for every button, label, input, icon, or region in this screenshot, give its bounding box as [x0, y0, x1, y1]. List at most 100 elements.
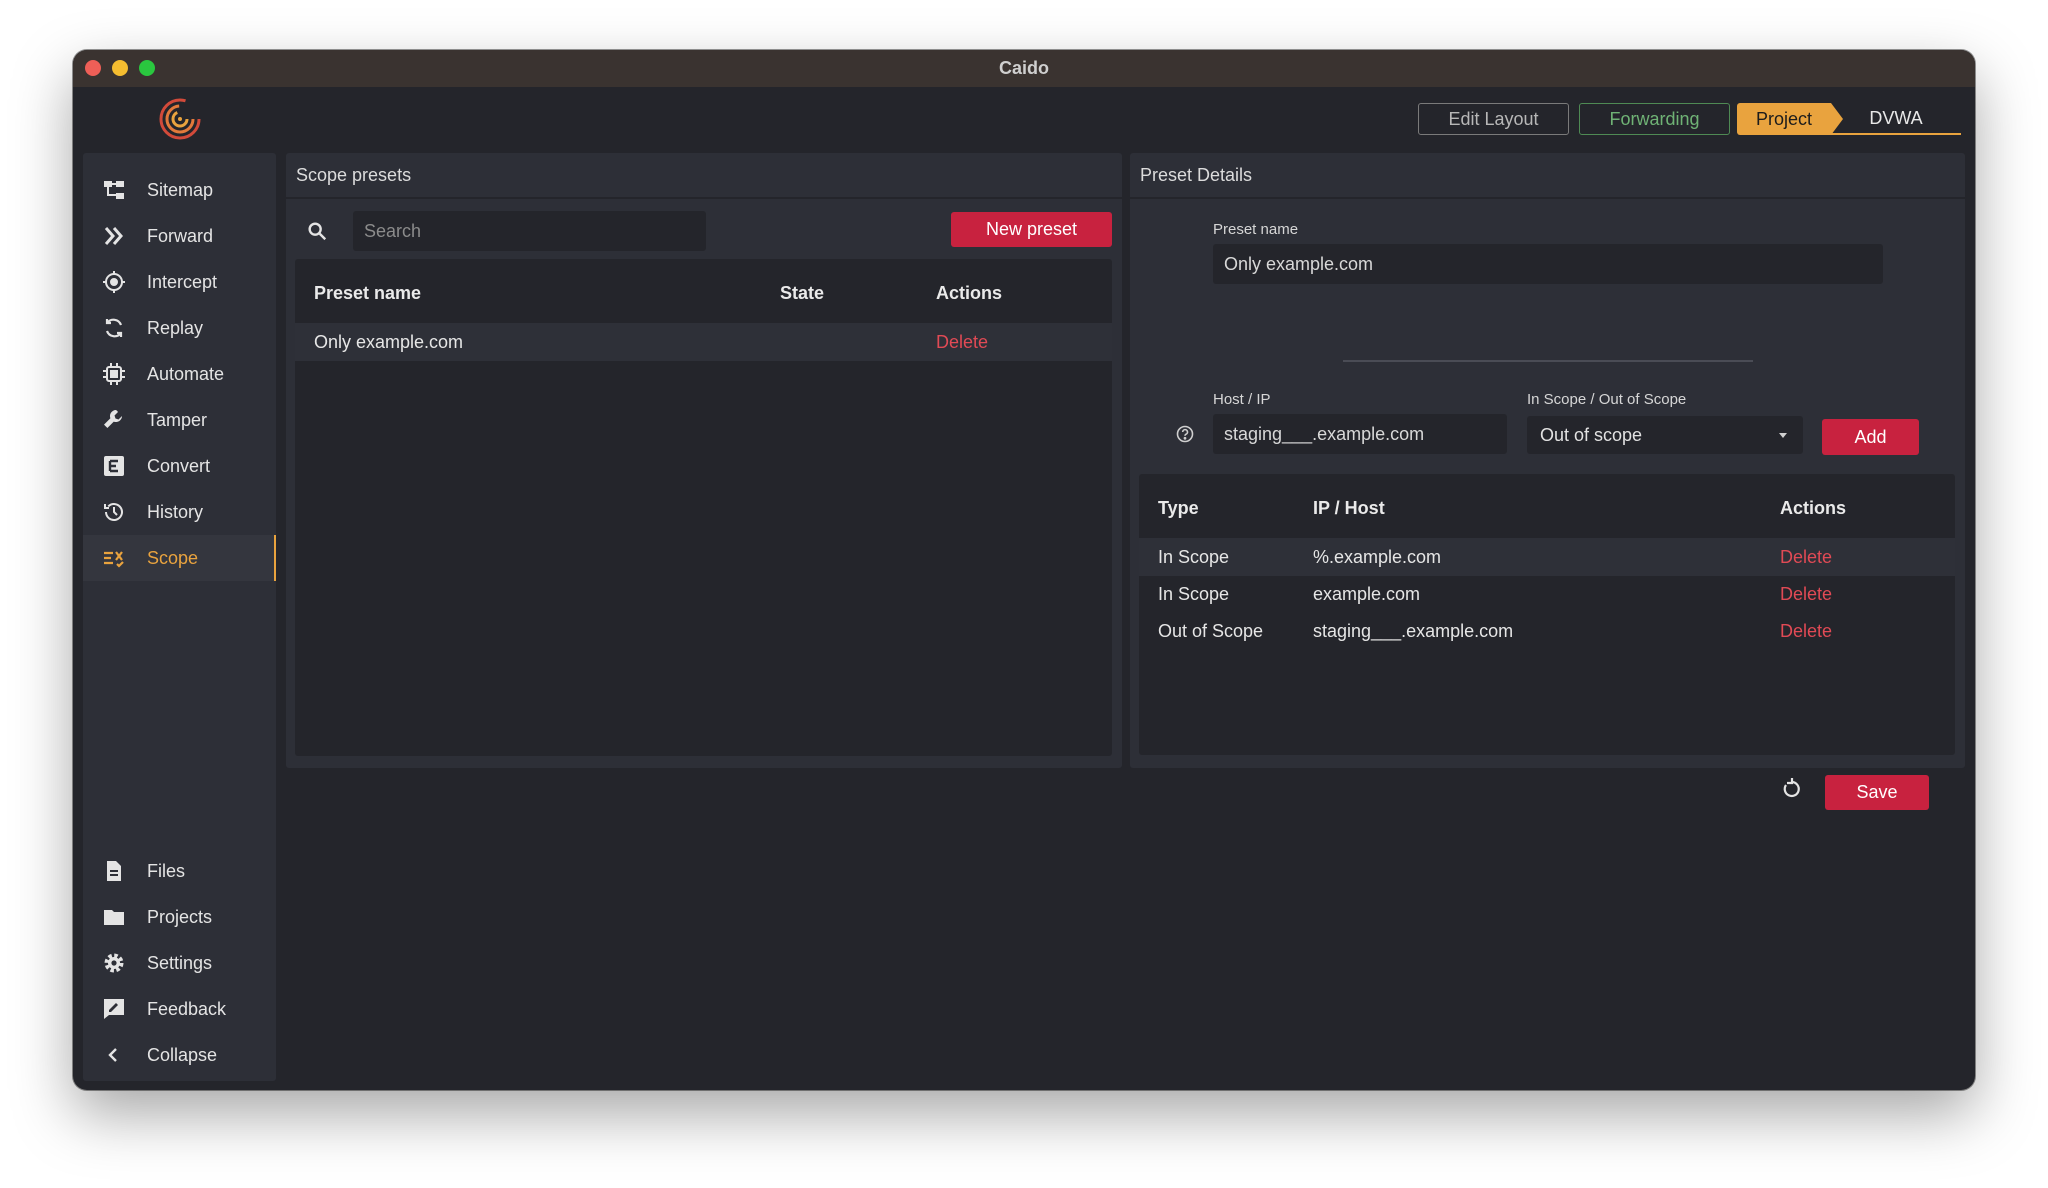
caret-down-icon: [1779, 433, 1787, 438]
rule-type-cell: In Scope: [1158, 584, 1230, 604]
table-row[interactable]: Out of Scope staging___.example.com Dele…: [1139, 612, 1955, 650]
caido-logo-icon[interactable]: [158, 97, 202, 141]
sidebar-item-scope[interactable]: Scope: [83, 535, 276, 581]
preset-name-cell: Only example.com: [314, 332, 464, 352]
sidebar-item-sitemap[interactable]: Sitemap: [83, 167, 276, 213]
column-actions: Actions: [1780, 498, 1847, 518]
sidebar-item-label: Scope: [147, 547, 199, 568]
folder-icon: [101, 904, 127, 930]
automate-icon: [101, 361, 127, 387]
column-state: State: [780, 283, 825, 303]
sidebar-item-settings[interactable]: Settings: [83, 940, 276, 986]
replay-icon: [101, 315, 127, 341]
rule-host-cell: %.example.com: [1313, 547, 1442, 567]
host-ip-label: Host / IP: [1213, 391, 1271, 408]
sidebar-item-label: Automate: [147, 363, 225, 384]
preset-name-input[interactable]: [1213, 244, 1883, 284]
table-row[interactable]: Only example.com Delete: [295, 323, 1112, 361]
reset-icon[interactable]: [1780, 777, 1804, 801]
sidebar-item-label: Sitemap: [147, 179, 214, 200]
chevron-left-icon: [101, 1042, 127, 1068]
scope-type-select[interactable]: Out of scope: [1527, 416, 1803, 454]
search-icon: [308, 222, 327, 241]
sidebar-item-label: Feedback: [147, 998, 227, 1019]
scope-icon: [101, 545, 127, 571]
sidebar-item-convert[interactable]: Convert: [83, 443, 276, 489]
project-tag-arrow: [1831, 103, 1843, 135]
app-window: Caido Edit Layout Forwarding Project DVW…: [73, 50, 1975, 1090]
delete-rule-link[interactable]: Delete: [1780, 584, 1832, 605]
sidebar-collapse-button[interactable]: Collapse: [83, 1032, 276, 1078]
help-icon[interactable]: [1175, 424, 1195, 444]
preset-search: [296, 211, 706, 251]
delete-rule-link[interactable]: Delete: [1780, 621, 1832, 642]
sidebar-item-label: Tamper: [147, 409, 208, 430]
sidebar-item-intercept[interactable]: Intercept: [83, 259, 276, 305]
close-window-button[interactable]: [85, 60, 101, 76]
rule-host-cell: example.com: [1313, 584, 1421, 604]
delete-preset-link[interactable]: Delete: [936, 332, 988, 353]
sidebar-item-tamper[interactable]: Tamper: [83, 397, 276, 443]
edit-layout-button[interactable]: Edit Layout: [1418, 103, 1569, 135]
sidebar-item-label: Projects: [147, 906, 213, 927]
scope-presets-header: Scope presets: [286, 153, 1122, 199]
sidebar: Sitemap Forward Intercept Replay Automat…: [83, 153, 276, 1081]
scope-type-selected: Out of scope: [1540, 424, 1643, 445]
scope-type-label: In Scope / Out of Scope: [1527, 391, 1687, 408]
sidebar-item-automate[interactable]: Automate: [83, 351, 276, 397]
preset-details-panel: Preset Details Preset name Host / IP In …: [1130, 153, 1965, 810]
sitemap-icon: [101, 177, 127, 203]
search-input[interactable]: [353, 211, 706, 251]
forwarding-button[interactable]: Forwarding: [1579, 103, 1730, 135]
sidebar-item-feedback[interactable]: Feedback: [83, 986, 276, 1032]
file-icon: [101, 858, 127, 884]
title-bar: Caido: [73, 50, 1975, 87]
rule-type-cell: In Scope: [1158, 547, 1230, 567]
rule-host-cell: staging___.example.com: [1313, 621, 1514, 641]
host-ip-input[interactable]: [1213, 414, 1507, 454]
delete-rule-link[interactable]: Delete: [1780, 547, 1832, 568]
sidebar-item-files[interactable]: Files: [83, 848, 276, 894]
history-icon: [101, 499, 127, 525]
sidebar-item-label: Files: [147, 860, 186, 881]
project-label[interactable]: Project: [1737, 103, 1831, 135]
rule-type-cell: Out of Scope: [1158, 621, 1264, 641]
sidebar-item-history[interactable]: History: [83, 489, 276, 535]
sidebar-item-label: Settings: [147, 952, 213, 973]
add-rule-button[interactable]: Add: [1822, 419, 1919, 455]
column-actions: Actions: [936, 283, 1003, 303]
intercept-icon: [101, 269, 127, 295]
table-row[interactable]: In Scope example.com Delete: [1139, 575, 1955, 613]
top-bar: Edit Layout Forwarding Project DVWA: [73, 87, 1975, 150]
presets-table: Preset name State Actions Only example.c…: [295, 259, 1112, 756]
new-preset-button[interactable]: New preset: [951, 212, 1112, 247]
preset-details-header: Preset Details: [1130, 153, 1965, 199]
sidebar-item-replay[interactable]: Replay: [83, 305, 276, 351]
convert-icon: [101, 453, 127, 479]
minimize-window-button[interactable]: [112, 60, 128, 76]
feedback-icon: [101, 996, 127, 1022]
sidebar-item-label: Collapse: [147, 1044, 218, 1065]
sidebar-item-label: Replay: [147, 317, 204, 338]
column-ip-host: IP / Host: [1313, 498, 1385, 518]
sidebar-item-forward[interactable]: Forward: [83, 213, 276, 259]
save-button[interactable]: Save: [1825, 775, 1929, 810]
table-row[interactable]: In Scope %.example.com Delete: [1139, 538, 1955, 576]
sidebar-item-projects[interactable]: Projects: [83, 894, 276, 940]
window-controls: [85, 60, 155, 76]
window-title: Caido: [998, 58, 1049, 78]
column-preset-name: Preset name: [314, 283, 422, 303]
gear-icon: [101, 950, 127, 976]
scope-rules-table: Type IP / Host Actions In Scope %.exampl…: [1139, 474, 1955, 755]
sidebar-item-label: Convert: [147, 455, 211, 476]
forward-icon: [101, 223, 127, 249]
sidebar-item-label: History: [147, 501, 204, 522]
details-divider: [1343, 360, 1753, 362]
project-selector[interactable]: DVWA: [1831, 103, 1961, 135]
sidebar-item-label: Intercept: [147, 271, 218, 292]
column-type: Type: [1158, 498, 1199, 518]
scope-presets-panel: Scope presets New preset Preset name Sta…: [286, 153, 1122, 768]
preset-name-label: Preset name: [1213, 221, 1299, 238]
wrench-icon: [101, 407, 127, 433]
maximize-window-button[interactable]: [139, 60, 155, 76]
